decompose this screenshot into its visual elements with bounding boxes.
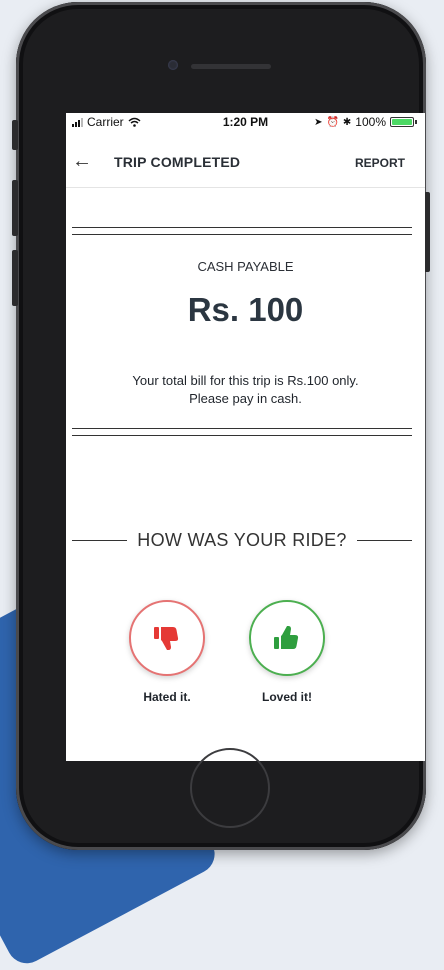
report-button[interactable]: REPORT — [355, 156, 405, 170]
battery-percent: 100% — [355, 115, 386, 129]
bill-message-line-2: Please pay in cash. — [189, 391, 302, 406]
cash-payable-label: CASH PAYABLE — [197, 259, 294, 274]
front-camera — [168, 60, 178, 70]
status-bar: Carrier 1:20 PM ➤ ⏰ ✱ 100% — [66, 113, 425, 131]
hated-it-label: Hated it. — [143, 690, 191, 704]
bluetooth-icon: ✱ — [342, 116, 352, 128]
location-icon: ➤ — [314, 116, 323, 128]
volume-up-button — [12, 180, 18, 236]
loved-it-button[interactable] — [249, 600, 325, 676]
phone-frame: Carrier 1:20 PM ➤ ⏰ ✱ 100% ← TRIP COMPLE… — [12, 2, 430, 850]
rating-header: HOW WAS YOUR RIDE? — [72, 528, 413, 552]
earpiece-speaker — [191, 64, 271, 69]
amount-due: Rs. 100 — [187, 291, 304, 328]
bill-message-line-1: Your total bill for this trip is Rs.100 … — [132, 373, 359, 388]
rating-rule-left — [72, 539, 128, 541]
rating-rule-right — [356, 539, 413, 541]
thumbs-down-icon — [154, 627, 179, 650]
app-screen: Carrier 1:20 PM ➤ ⏰ ✱ 100% ← TRIP COMPLE… — [66, 113, 425, 761]
bill-message: Your total bill for this trip is Rs.100 … — [86, 372, 405, 408]
alarm-icon: ⏰ — [326, 116, 339, 128]
battery-icon — [390, 117, 414, 127]
page-title: TRIP COMPLETED — [114, 154, 241, 170]
home-button[interactable] — [190, 748, 270, 828]
battery-tip — [415, 120, 417, 124]
rating-title: HOW WAS YOUR RIDE? — [137, 529, 347, 550]
bottom-divider — [72, 428, 412, 436]
top-divider — [72, 227, 412, 235]
thumbs-up-icon — [274, 626, 299, 649]
mute-switch — [12, 120, 18, 150]
status-right: ➤ ⏰ ✱ 100% — [314, 115, 417, 129]
loved-it-label: Loved it! — [262, 690, 312, 704]
volume-down-button — [12, 250, 18, 306]
app-bar: ← TRIP COMPLETED REPORT — [66, 139, 425, 188]
hated-it-button[interactable] — [129, 600, 205, 676]
back-arrow-icon[interactable]: ← — [72, 150, 92, 173]
